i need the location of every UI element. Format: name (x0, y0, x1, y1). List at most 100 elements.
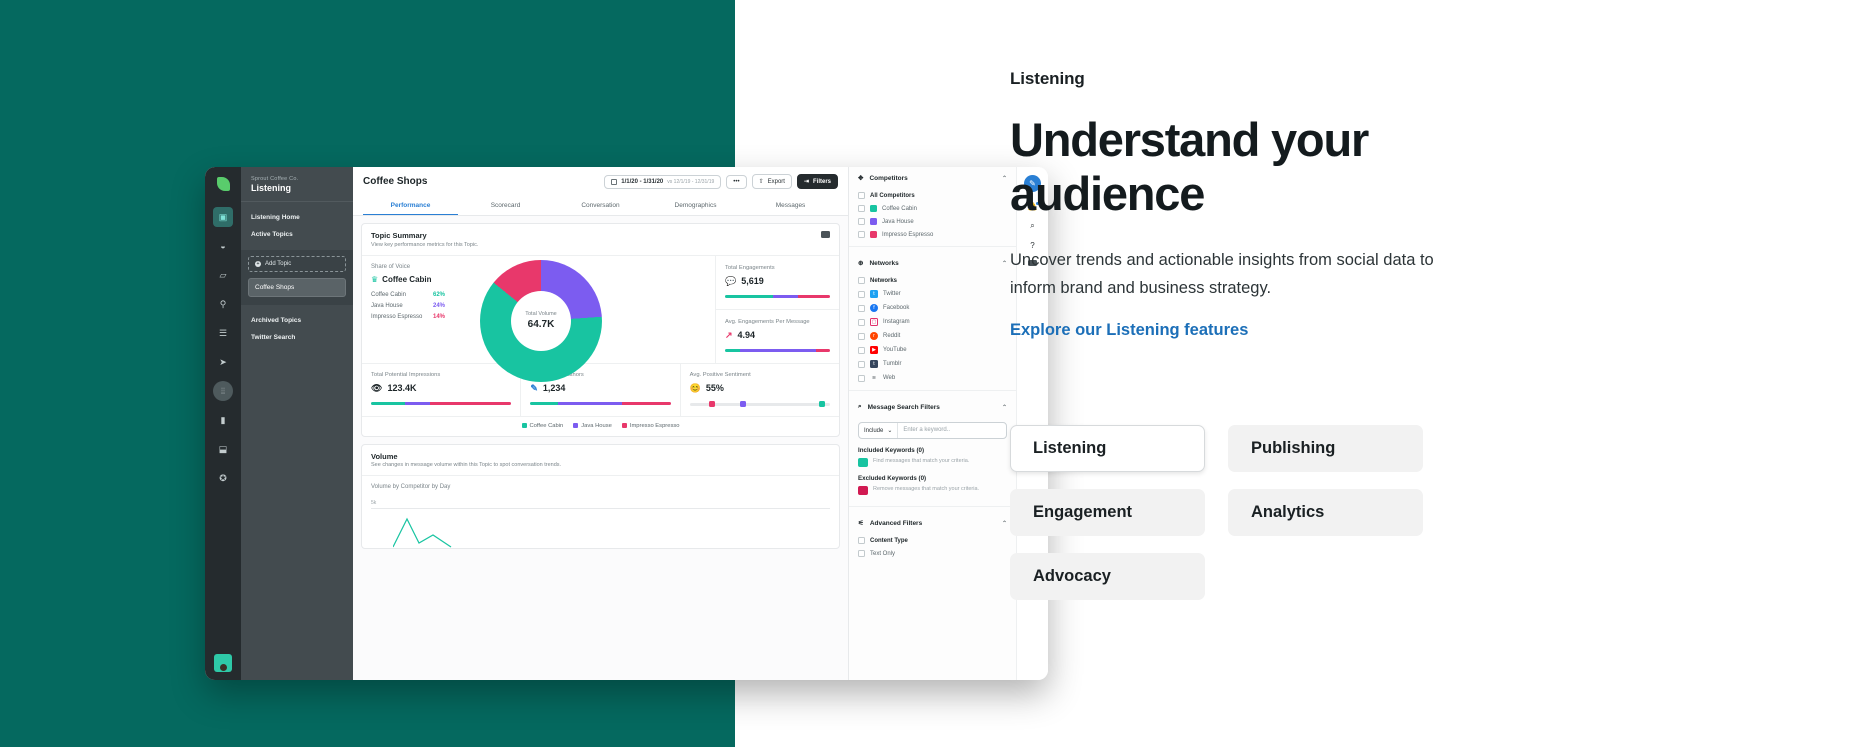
star-icon[interactable]: ✪ (213, 468, 233, 488)
keyword-input[interactable]: Enter a keyword.. (898, 423, 955, 438)
sidebar-item-archived-topics[interactable]: Archived Topics (251, 312, 343, 329)
publish-icon[interactable]: ▱ (213, 265, 233, 285)
explore-listening-features-link[interactable]: Explore our Listening features (1010, 321, 1248, 340)
smiley-icon: 😊 (689, 382, 701, 393)
feature-tab-publishing[interactable]: Publishing (1228, 425, 1423, 472)
app-tab-bar: Performance Scorecard Conversation Demog… (363, 197, 838, 215)
sidebar-header: Sprout Coffee Co. Listening (241, 167, 353, 202)
volume-subtitle: See changes in message volume within thi… (371, 462, 562, 468)
sov-name: Java House (371, 302, 403, 309)
pencil-icon: ✎ (530, 382, 538, 393)
sidebar-item-active-topics[interactable]: Active Topics (251, 231, 293, 238)
more-options-button[interactable]: ••• (726, 174, 747, 189)
filter-text-only[interactable]: Text Only (849, 547, 1016, 560)
filter-label: Tumblr (883, 361, 902, 367)
date-range-picker[interactable]: 1/1/20 - 1/31/20 vs 12/1/19 - 12/31/19 (604, 174, 722, 189)
add-topic-button[interactable]: + Add Topic (248, 256, 346, 272)
list-icon[interactable]: ☰ (213, 323, 233, 343)
checkbox[interactable] (858, 374, 865, 382)
search-icon: ⌕ (858, 403, 862, 410)
chevron-up-icon: ⌃ (1001, 520, 1007, 527)
youtube-icon: ▶ (870, 346, 878, 354)
message-search-filters-header[interactable]: ⌕ Message Search Filters ⌃ (849, 396, 1016, 418)
bot-icon[interactable]: ⬓ (213, 439, 233, 459)
include-exclude-select[interactable]: Include ⌄ (859, 423, 899, 438)
tab-conversation[interactable]: Conversation (553, 197, 648, 215)
feature-tab-engagement[interactable]: Engagement (1010, 489, 1205, 536)
filter-network-instagram[interactable]: ▢ Instagram (849, 315, 1016, 329)
date-compare-value: vs 12/1/19 - 12/31/19 (667, 178, 715, 185)
tab-performance[interactable]: Performance (363, 197, 458, 215)
sidebar-item-listening-home[interactable]: Listening Home (251, 209, 343, 226)
user-avatar[interactable] (214, 654, 232, 672)
included-keywords-block: Included Keywords (0) Find messages that… (849, 445, 1016, 473)
send-icon[interactable]: ➤ (213, 352, 233, 372)
filter-competitor[interactable]: Coffee Cabin (849, 202, 1016, 215)
filter-network-tumblr[interactable]: t Tumblr (849, 357, 1016, 371)
topic-item-coffee-shops[interactable]: Coffee Shops (248, 278, 346, 297)
tab-scorecard[interactable]: Scorecard (458, 197, 553, 215)
sidebar-item-twitter-search[interactable]: Twitter Search (251, 329, 343, 346)
tab-messages[interactable]: Messages (743, 197, 838, 215)
topics-group: + Add Topic Coffee Shops (241, 250, 353, 305)
metric-label: Avg. Engagements Per Message (725, 318, 810, 325)
metric-value: 4.94 (737, 330, 756, 340)
tab-demographics[interactable]: Demographics (648, 197, 743, 215)
checkbox[interactable] (858, 231, 865, 238)
filters-button[interactable]: ⇥ Filters (796, 174, 838, 189)
hero-eyebrow: Listening (1010, 69, 1085, 88)
filter-competitor[interactable]: Java House (849, 215, 1016, 228)
sidebar-title: Listening (251, 183, 291, 193)
feature-tab-grid: Listening Publishing Engagement Analytic… (1010, 425, 1428, 600)
filter-all-networks[interactable]: Networks (849, 274, 1016, 287)
checkbox[interactable] (858, 290, 865, 298)
filter-network-facebook[interactable]: f Facebook (849, 301, 1016, 315)
pin-icon[interactable]: ⚲ (213, 294, 233, 314)
checkbox[interactable] (858, 318, 865, 326)
export-button[interactable]: ⇧ Export (751, 174, 792, 189)
feature-tab-listening[interactable]: Listening (1010, 425, 1205, 472)
advanced-filters-label: Advanced Filters (869, 519, 923, 527)
filter-content-type[interactable]: Content Type (849, 534, 1016, 547)
eye-icon: 👁 (371, 382, 383, 393)
filter-label: YouTube (883, 347, 907, 353)
checkbox[interactable] (858, 332, 865, 340)
filter-competitor[interactable]: Impresso Espresso (849, 228, 1016, 241)
filter-network-reddit[interactable]: r Reddit (849, 329, 1016, 343)
org-name: Sprout Coffee Co. (251, 176, 299, 182)
grid-view-icon[interactable] (821, 231, 830, 238)
listening-icon[interactable]: ⦙⦙ (213, 381, 233, 401)
filter-all-competitors[interactable]: All Competitors (849, 189, 1016, 202)
filter-network-web[interactable]: ≋ Web (849, 371, 1016, 385)
networks-section-header[interactable]: ⊕ Networks ⌃ (849, 252, 1016, 274)
metric-value: 55% (705, 383, 724, 393)
checkbox[interactable] (858, 218, 865, 225)
competitors-section-header[interactable]: ✥ Competitors ⌃ (849, 167, 1016, 189)
advanced-filters-header[interactable]: ⚟ Advanced Filters ⌃ (849, 512, 1016, 534)
compass-icon[interactable]: ◒ (213, 236, 233, 256)
filter-label: Twitter (883, 291, 901, 297)
filters-label: Filters (812, 178, 831, 185)
filter-network-twitter[interactable]: t Twitter (849, 287, 1016, 301)
color-swatch (870, 205, 877, 212)
sov-pct: 14% (433, 313, 446, 320)
inbox-icon[interactable]: ▣ (213, 207, 233, 227)
checkbox[interactable] (858, 192, 865, 199)
competitors-label: Competitors (869, 174, 908, 182)
sentiment-metric: Avg. Positive Sentiment 😊 55% (681, 364, 839, 416)
checkbox[interactable] (858, 537, 865, 544)
checkbox[interactable] (858, 277, 865, 284)
checkbox[interactable] (858, 304, 865, 312)
filter-label: Reddit (883, 333, 901, 339)
checkbox[interactable] (858, 360, 865, 368)
feature-tab-advocacy[interactable]: Advocacy (1010, 553, 1205, 600)
checkbox[interactable] (858, 346, 865, 354)
included-keywords-label: Included Keywords (0) (858, 447, 925, 454)
checkbox[interactable] (858, 550, 865, 557)
facebook-icon: f (870, 304, 878, 312)
legend-item: Java House (573, 423, 612, 429)
filter-network-youtube[interactable]: ▶ YouTube (849, 343, 1016, 357)
analytics-icon[interactable]: ▮ (213, 410, 233, 430)
feature-tab-analytics[interactable]: Analytics (1228, 489, 1423, 536)
checkbox[interactable] (858, 205, 865, 212)
